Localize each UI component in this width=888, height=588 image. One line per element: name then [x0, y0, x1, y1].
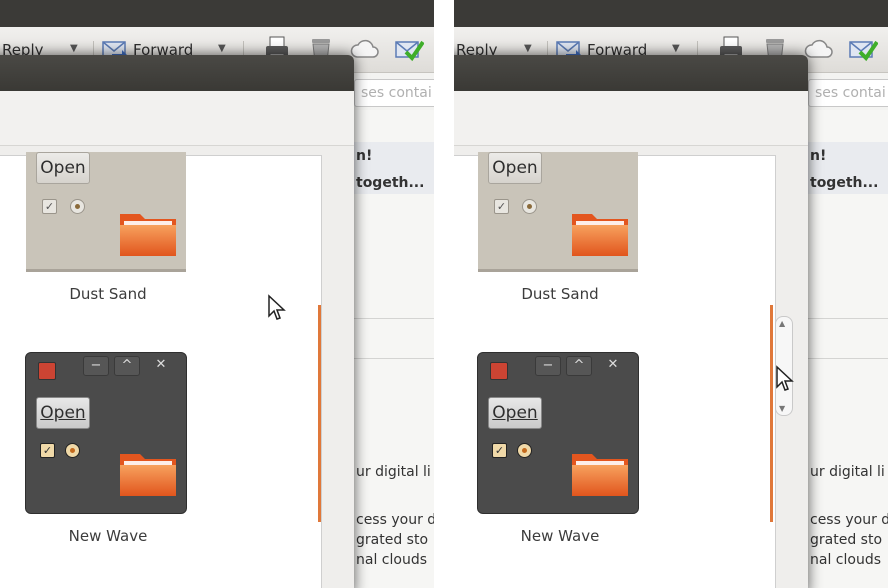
minimize-icon: − [83, 356, 109, 376]
forward-dropdown-icon[interactable]: ▼ [672, 43, 680, 54]
message-body-text: grated sto [810, 532, 883, 548]
preview-open-button: Open [488, 152, 542, 184]
pane-divider [354, 358, 434, 359]
search-input[interactable]: ses contai [808, 79, 888, 107]
folder-icon [120, 454, 176, 496]
message-body-text: nal clouds [810, 552, 881, 568]
pointer-cursor-icon [776, 365, 794, 391]
preview-radio [70, 199, 85, 214]
theme-thumbnail-new-wave[interactable]: − ^ ✕ Open ✓ [477, 352, 639, 514]
folder-icon [572, 214, 628, 256]
preview-radio [522, 199, 537, 214]
minimize-icon: − [535, 356, 561, 376]
dialog-toolbar [0, 91, 354, 146]
message-subject: togeth... [356, 175, 425, 191]
message-subject: n! [810, 148, 827, 164]
pointer-cursor-icon [268, 294, 286, 320]
dialog-titlebar[interactable] [0, 55, 354, 91]
reply-dropdown-icon[interactable]: ▼ [524, 43, 532, 54]
preview-open-button: Open [36, 152, 90, 184]
theme-thumbnail-dust-sand[interactable]: Open ✓ [478, 152, 638, 272]
preview-open-button: Open [488, 397, 542, 429]
theme-thumbnail-new-wave[interactable]: − ^ ✕ Open ✓ [25, 352, 187, 514]
preview-radio [65, 443, 80, 458]
message-subject: n! [356, 148, 373, 164]
panel-gap [434, 0, 454, 588]
message-body-text: nal clouds [356, 552, 427, 568]
window-app-icon [490, 362, 508, 380]
dialog-toolbar [454, 91, 808, 146]
mail-window-titlebar [454, 0, 888, 27]
theme-thumbnail-dust-sand[interactable]: Open ✓ [26, 152, 186, 272]
dialog-titlebar[interactable] [454, 55, 808, 91]
preview-open-button: Open [36, 397, 90, 429]
forward-dropdown-icon[interactable]: ▼ [218, 43, 226, 54]
message-body-text: ur digital li [810, 464, 885, 480]
folder-icon [572, 454, 628, 496]
reply-dropdown-icon[interactable]: ▼ [70, 43, 78, 54]
close-icon: ✕ [155, 357, 167, 372]
preview-checkbox: ✓ [492, 443, 507, 458]
theme-name-label: Dust Sand [69, 285, 147, 303]
message-body-text: cess your d [810, 512, 888, 528]
scrollbar-trough-indicator[interactable] [318, 305, 321, 522]
scroll-down-icon[interactable]: ▼ [779, 404, 785, 413]
message-body-text: cess your d [356, 512, 434, 528]
theme-name-label: New Wave [68, 527, 148, 545]
preview-checkbox: ✓ [42, 199, 57, 214]
pane-divider [808, 318, 888, 319]
message-subject: togeth... [810, 175, 879, 191]
window-app-icon [38, 362, 56, 380]
preview-checkbox: ✓ [40, 443, 55, 458]
preview-checkbox: ✓ [494, 199, 509, 214]
scroll-up-icon[interactable]: ▲ [779, 319, 785, 328]
cloud-icon[interactable] [804, 34, 834, 64]
theme-name-label: New Wave [520, 527, 600, 545]
close-icon: ✕ [607, 357, 619, 372]
message-body-text: ur digital li [356, 464, 431, 480]
pane-divider [354, 318, 434, 319]
theme-name-label: Dust Sand [521, 285, 599, 303]
mark-read-icon[interactable] [848, 34, 878, 64]
folder-icon [120, 214, 176, 256]
search-input[interactable]: ses contai [354, 79, 434, 107]
preview-radio [517, 443, 532, 458]
maximize-icon: ^ [566, 356, 592, 376]
maximize-icon: ^ [114, 356, 140, 376]
mail-window-titlebar [0, 0, 434, 27]
message-body-text: grated sto [356, 532, 429, 548]
cloud-icon[interactable] [350, 34, 380, 64]
screenshot-left: o Reply ▼ Forward ▼ ses contai [0, 0, 434, 588]
scrollbar-trough-indicator[interactable] [770, 305, 773, 522]
pane-divider [808, 358, 888, 359]
mark-read-icon[interactable] [394, 34, 424, 64]
screenshot-right: o Reply ▼ Forward ▼ ses contai [454, 0, 888, 588]
